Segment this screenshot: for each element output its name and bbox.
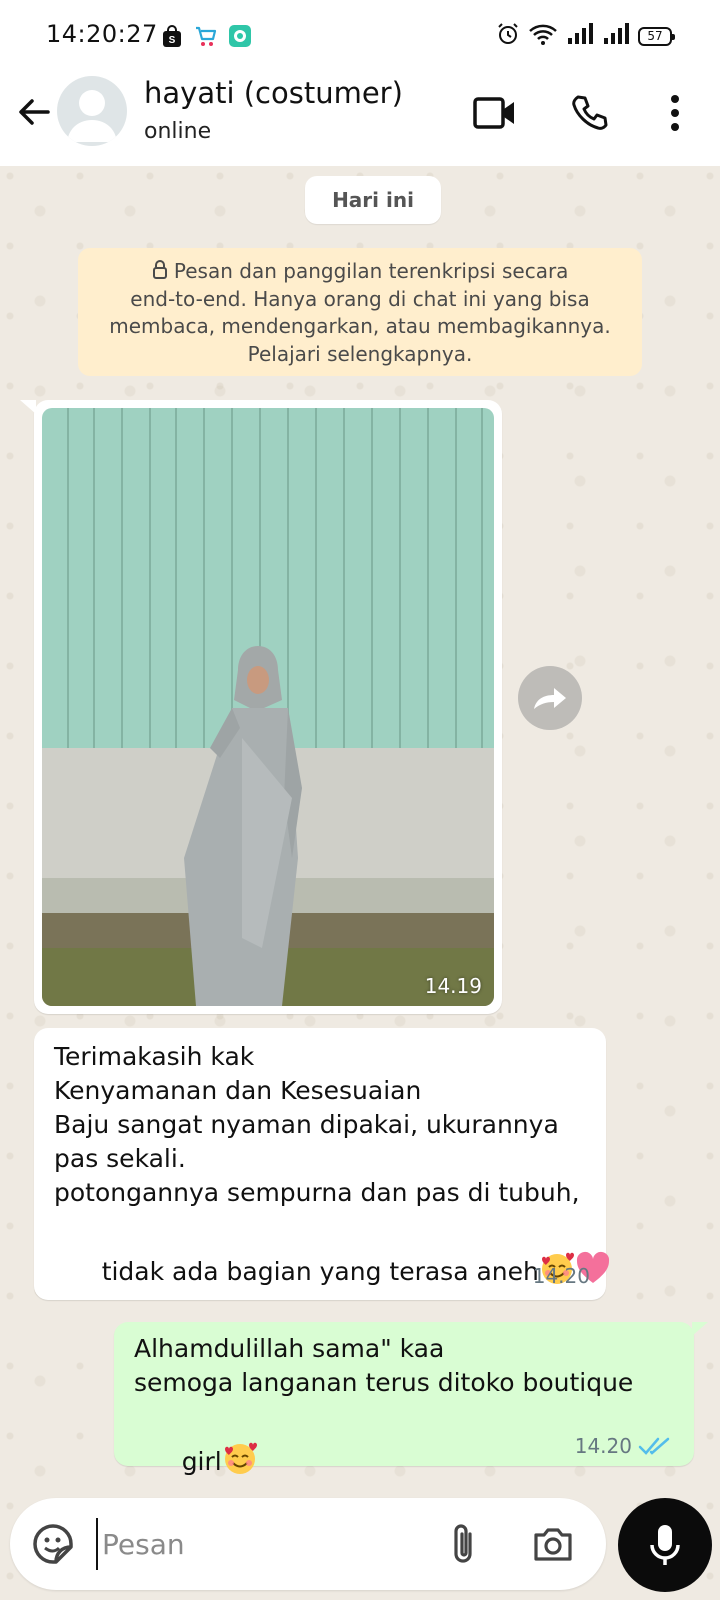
camera-button[interactable] — [530, 1521, 576, 1567]
chat-area[interactable]: Hari ini Pesan dan panggilan terenkripsi… — [0, 166, 720, 1600]
smiling-face-with-hearts-icon — [224, 1442, 257, 1474]
contact-status: online — [144, 119, 212, 144]
video-call-button[interactable] — [472, 90, 518, 136]
alarm-icon — [496, 22, 520, 50]
message-line: Baju sangat nyaman dipakai, ukurannya — [54, 1110, 559, 1139]
back-button[interactable] — [14, 92, 54, 132]
outgoing-message-bubble[interactable]: Alhamdulillah sama" kaa semoga langanan … — [114, 1322, 708, 1476]
incoming-message-bubble[interactable]: Terimakasih kak Kenyamanan dan Kesesuaia… — [34, 1028, 609, 1300]
more-options-button[interactable] — [652, 90, 698, 136]
message-time: 14.19 — [424, 974, 482, 998]
encryption-line-1: Pesan dan panggilan terenkripsi secara — [96, 258, 624, 286]
encryption-line-3: membaca, mendengarkan, atau membagikanny… — [109, 314, 611, 338]
voice-message-button[interactable] — [618, 1498, 712, 1592]
paperclip-icon — [454, 1524, 472, 1563]
chat-header: hayati (costumer) online — [0, 70, 720, 166]
message-line: tidak ada bagian yang terasa aneh — [54, 1210, 609, 1332]
encryption-line-2: end-to-end. Hanya orang di chat ini yang… — [130, 286, 590, 311]
signal-icon — [602, 22, 630, 50]
attach-button[interactable] — [440, 1521, 486, 1567]
chat-app-icon — [228, 24, 252, 48]
message-input[interactable] — [96, 1518, 416, 1570]
date-chip: Hari ini — [305, 176, 441, 224]
message-line: Alhamdulillah sama" kaa — [134, 1334, 445, 1363]
shopping-bag-icon: S — [160, 24, 184, 48]
avatar[interactable] — [57, 76, 127, 146]
video-camera-icon — [473, 97, 514, 129]
signal-icon — [566, 22, 594, 50]
back-arrow-icon — [19, 99, 50, 125]
wifi-icon — [528, 22, 558, 50]
more-vertical-icon — [671, 95, 679, 131]
status-icons: 57 — [496, 22, 675, 50]
contact-name[interactable]: hayati (costumer) — [144, 76, 403, 110]
message-input-bar — [10, 1498, 606, 1590]
message-line: Terimakasih kak — [54, 1042, 255, 1071]
message-line: pas sekali. — [54, 1144, 186, 1173]
forward-icon — [534, 688, 566, 709]
image-message-bubble[interactable]: 14.19 — [20, 400, 502, 1014]
message-meta: 14.20 — [575, 1434, 672, 1458]
default-avatar-icon — [67, 90, 117, 142]
sticker-button[interactable] — [30, 1521, 76, 1567]
sticker-icon — [33, 1524, 73, 1564]
message-time: 14.20 — [574, 1434, 632, 1458]
encryption-notice[interactable]: Pesan dan panggilan terenkripsi secara e… — [78, 248, 642, 376]
message-line: potongannya sempurna dan pas di tubuh, — [54, 1178, 580, 1207]
status-bar: 14:20:27 S 57 — [0, 0, 720, 70]
forward-button[interactable] — [518, 666, 582, 730]
battery-indicator: 57 — [638, 26, 675, 46]
status-time: 14:20:27 — [46, 20, 158, 48]
photo-attachment[interactable]: 14.19 — [42, 408, 494, 1006]
message-line: semoga langanan terus ditoko boutique — [134, 1368, 634, 1397]
phone-icon — [572, 95, 608, 130]
microphone-icon — [650, 1525, 680, 1565]
message-line: Kenyamanan dan Kesesuaian — [54, 1076, 422, 1105]
camera-icon — [534, 1528, 572, 1561]
cart-icon — [194, 24, 218, 48]
lock-icon — [152, 260, 167, 279]
voice-call-button[interactable] — [566, 90, 612, 136]
double-check-icon — [638, 1437, 670, 1455]
photo-image — [42, 408, 494, 1006]
learn-more-link[interactable]: Pelajari selengkapnya. — [96, 341, 624, 369]
message-time: 14.20 — [532, 1264, 590, 1288]
svg-text:S: S — [169, 35, 176, 46]
